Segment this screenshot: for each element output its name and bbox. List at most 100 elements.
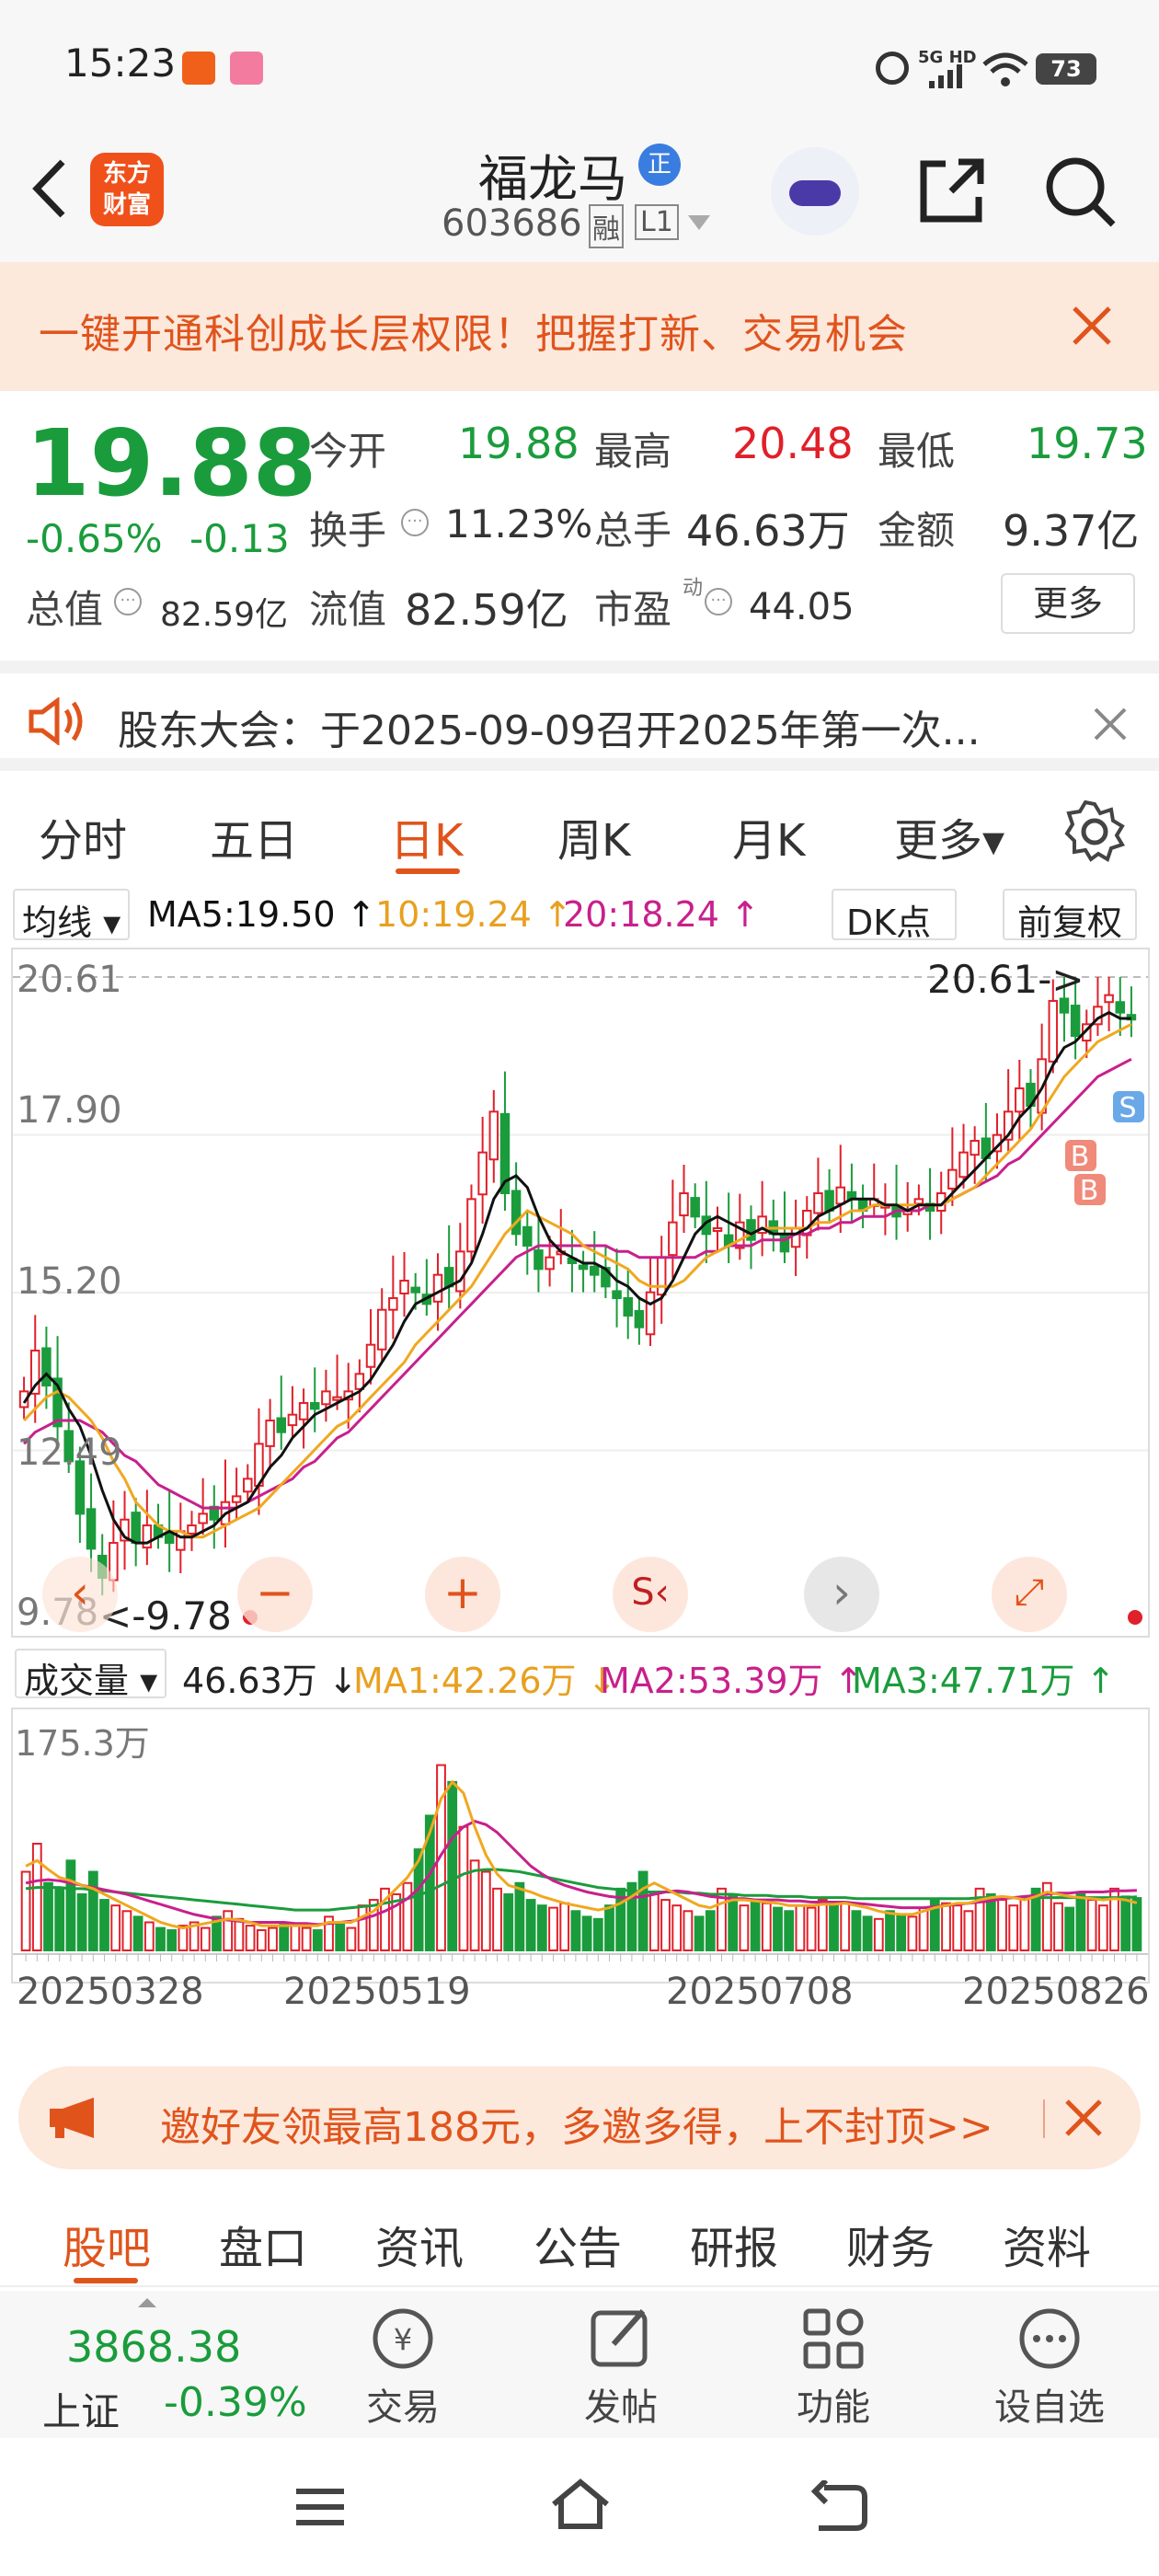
volume-bar	[806, 1906, 817, 1951]
fullscreen-icon[interactable]: ⤢	[992, 1557, 1067, 1632]
promo-banner[interactable]: 一键开通科创成长层权限！把握打新、交易机会	[0, 262, 1159, 391]
volume-bar	[862, 1915, 873, 1952]
volume-bar	[1120, 1895, 1131, 1951]
candle	[634, 1309, 645, 1328]
battery-icon: 73	[1036, 53, 1096, 85]
tab-monthly-k[interactable]: 月K	[732, 804, 805, 868]
vol-ma1-value: MA1:42.26万 ↓	[353, 1661, 617, 1701]
volume-bar	[963, 1910, 974, 1951]
candle	[243, 1478, 253, 1493]
tab-daily-k[interactable]: 日K	[390, 804, 463, 868]
zoom-in-button[interactable]: +	[425, 1557, 500, 1632]
close-icon[interactable]	[1063, 2098, 1104, 2138]
kline-chart[interactable]: BBS 20.61 17.90 15.20 12.49 9.78 20.61->…	[11, 948, 1150, 1639]
candle	[522, 1225, 533, 1248]
chevron-down-icon[interactable]	[688, 215, 710, 230]
back-icon[interactable]	[806, 2480, 870, 2532]
volume-bar	[985, 1892, 996, 1951]
kline-svg: BBS	[13, 976, 1148, 1625]
tab-finance[interactable]: 财务	[846, 2212, 935, 2276]
candle	[298, 1402, 309, 1420]
vol-ma2-line	[25, 1819, 1137, 1926]
tab-more[interactable]: 更多▾	[894, 804, 1004, 868]
volume-bar	[750, 1899, 761, 1951]
post-button[interactable]: 发帖	[570, 2304, 671, 2432]
candle	[913, 1198, 924, 1205]
trade-button[interactable]: ¥ 交易	[357, 2304, 449, 2432]
content-tabs: 股吧 盘口 资讯 公告 研报 财务 资料	[0, 2186, 1159, 2287]
candle	[970, 1139, 980, 1156]
volume-bar	[896, 1913, 907, 1951]
mktcap-label: 总值	[26, 587, 104, 632]
ma10-value: 10:19.24 ↑	[375, 894, 572, 935]
close-icon[interactable]	[1071, 305, 1113, 347]
tab-announcements[interactable]: 公告	[534, 2212, 622, 2276]
y-tick: 20.61	[17, 959, 122, 1001]
candle	[545, 1256, 555, 1271]
tab-forum[interactable]: 股吧	[63, 2212, 151, 2276]
index-value[interactable]: 3868.38	[66, 2322, 241, 2372]
candle	[679, 1192, 689, 1217]
pe-superscript: 动	[683, 577, 704, 600]
index-name: 上证	[42, 2389, 120, 2434]
tab-news[interactable]: 资讯	[375, 2212, 464, 2276]
ma20-value: 20:18.24 ↑	[563, 894, 760, 935]
volume-chart[interactable]: 成交量 ▾ 46.63万 ↓ MA1:42.26万 ↓ MA2:53.39万 ↑…	[11, 1638, 1150, 2052]
functions-button[interactable]: 功能	[787, 2304, 879, 2432]
close-icon[interactable]	[1093, 707, 1128, 742]
candle	[645, 1291, 656, 1336]
tab-five-day[interactable]: 五日	[210, 804, 298, 868]
gear-icon[interactable]	[1063, 800, 1126, 863]
y-tick: 15.20	[17, 1260, 122, 1303]
search-icon[interactable]	[1043, 155, 1117, 228]
status-bar: 15:23 5G HD 73	[0, 0, 1159, 138]
volume-bar	[121, 1910, 132, 1951]
eastmoney-logo: 东方 财富	[90, 153, 164, 226]
x-tick: 20250519	[283, 1971, 471, 2013]
share-icon[interactable]	[914, 155, 988, 228]
mktcap-value: 82.59亿	[160, 596, 289, 634]
dk-point-button[interactable]: DK点	[832, 889, 958, 943]
more-dots-icon	[1019, 2308, 1080, 2369]
low-label: 最低	[878, 429, 956, 474]
tab-order-book[interactable]: 盘口	[219, 2212, 307, 2276]
wifi-icon	[982, 52, 1028, 86]
robot-assistant-icon[interactable]	[771, 147, 859, 236]
ma-selector[interactable]: 均线 ▾	[13, 889, 131, 943]
candle	[332, 1396, 342, 1401]
bilibili-notification-icon	[230, 52, 263, 85]
candle	[1070, 1005, 1081, 1037]
zoom-out-button[interactable]: −	[237, 1557, 313, 1632]
grid-icon	[803, 2308, 864, 2369]
adjust-selector[interactable]: 前复权	[1003, 889, 1138, 943]
amount-label: 金额	[878, 508, 956, 553]
x-tick: 20250328	[17, 1971, 204, 2013]
candle	[813, 1192, 823, 1214]
svg-text:¥: ¥	[394, 2322, 412, 2357]
volume-bar	[1053, 1902, 1063, 1951]
min-price-label: <-9.78	[99, 1593, 232, 1639]
tab-profile[interactable]: 资料	[1003, 2212, 1091, 2276]
volume-bar	[739, 1904, 750, 1951]
volume-bar	[997, 1899, 1007, 1951]
signal-back-button[interactable]: S‹	[613, 1557, 688, 1632]
tab-intraday[interactable]: 分时	[39, 804, 127, 868]
invite-banner[interactable]: 邀好友领最高188元，多邀多得，上不封顶>>	[18, 2066, 1141, 2169]
period-tabs: 分时 五日 日K 周K 月K 更多▾	[0, 782, 1159, 883]
candle	[198, 1512, 208, 1524]
volume-bar	[604, 1904, 614, 1951]
tab-weekly-k[interactable]: 周K	[557, 804, 630, 868]
add-watchlist-button[interactable]: 设自选	[990, 2304, 1109, 2432]
chevron-left-icon[interactable]: ‹	[42, 1557, 118, 1632]
menu-icon[interactable]	[293, 2484, 348, 2530]
quote-panel: 19.88 -0.65% -0.13 总值 ··· 82.59亿 今开 19.8…	[0, 391, 1159, 658]
volume-selector[interactable]: 成交量 ▾	[15, 1649, 167, 1701]
back-arrow-icon[interactable]	[26, 156, 72, 221]
home-icon[interactable]	[548, 2477, 613, 2532]
chevron-right-icon[interactable]: ›	[804, 1557, 879, 1632]
more-button[interactable]: 更多	[1001, 573, 1135, 634]
shareholder-notice[interactable]: 股东大会：于2025-09-09召开2025年第一次...	[0, 661, 1159, 771]
trade-marker-label: B	[1071, 1141, 1090, 1173]
volume-bar	[907, 1915, 918, 1952]
tab-research[interactable]: 研报	[690, 2212, 778, 2276]
